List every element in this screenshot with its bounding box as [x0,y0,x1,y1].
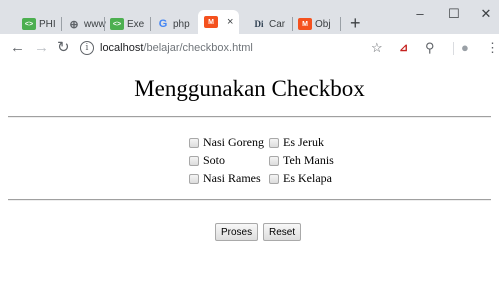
tab-www[interactable]: ⊕ www [67,14,106,34]
tab-separator [340,17,341,31]
proses-button[interactable]: Proses [215,223,259,241]
checkbox-input[interactable] [189,155,199,166]
code-academy-icon: <> [22,18,36,30]
forward-arrow-icon[interactable]: → [34,39,49,57]
checkbox-input[interactable] [189,137,199,148]
tab-separator [61,17,62,31]
tab-label: www [84,18,106,30]
checkbox-input[interactable] [269,173,279,184]
reset-button[interactable]: Reset [263,223,302,241]
malasngoding-icon: M [298,18,312,30]
url-path: /belajar/checkbox.html [143,42,253,54]
close-window-button[interactable]: ✕ [476,6,496,22]
checkbox-label: Nasi Rames [203,171,261,185]
url-host: localhost [100,42,144,54]
tab-active[interactable]: M × [198,10,240,34]
checkbox-es-kelapa[interactable]: Es Kelapa [269,171,332,186]
bottom-divider [8,199,491,201]
toolbar-separator [453,42,454,55]
tab-label: php [173,18,190,30]
profile-avatar-icon[interactable]: ● [461,41,469,55]
tab-separator [150,17,151,31]
tab-car[interactable]: Di Car [252,14,286,34]
malasngoding-icon: M [204,16,218,28]
pdf-extension-icon[interactable]: ⊿ [399,41,408,55]
bookmark-star-icon[interactable]: ☆ [371,41,383,55]
maximize-button[interactable]: ☐ [444,6,464,22]
tab-obj[interactable]: M Obj [298,14,331,34]
minimize-button[interactable]: – [410,6,430,21]
tab-separator [292,17,293,31]
code-academy-icon: <> [110,18,124,30]
checkbox-soto[interactable]: Soto [189,153,225,168]
checkbox-label: Nasi Goreng [203,135,264,149]
info-icon[interactable]: i [80,41,94,55]
checkbox-input[interactable] [269,137,279,148]
page-content: Menggunakan Checkbox Nasi Goreng Soto Na… [0,62,499,290]
tab-separator [104,17,105,31]
close-tab-icon[interactable]: × [227,16,233,28]
dicoding-icon: Di [254,19,264,29]
globe-icon: ⊕ [69,18,79,31]
tab-label: Exe [127,18,145,30]
tab-label: Car [269,18,286,30]
browser-chrome: <> PHI ⊕ www <> Exe G php M × Di Car M O… [0,0,499,63]
checkbox-es-jeruk[interactable]: Es Jeruk [269,135,324,150]
url-text: localhost/belajar/checkbox.html [100,42,253,54]
reload-icon[interactable]: ↻ [57,39,70,57]
tab-strip: <> PHI ⊕ www <> Exe G php M × Di Car M O… [0,0,499,34]
checkbox-nasi-rames[interactable]: Nasi Rames [189,171,261,186]
tab-phi[interactable]: <> PHI [22,14,56,34]
checkbox-input[interactable] [189,173,199,184]
checkbox-label: Es Kelapa [283,171,332,185]
browser-toolbar: ← → ↻ i localhost/belajar/checkbox.html … [0,34,499,63]
tab-php[interactable]: G php [156,14,190,34]
address-bar[interactable]: i localhost/belajar/checkbox.html [80,37,400,59]
tab-label: Obj [315,18,331,30]
tab-label: PHI [39,18,56,30]
top-divider [8,116,491,118]
checkbox-label: Soto [203,153,226,167]
checkbox-label: Teh Manis [283,153,334,167]
checkbox-label: Es Jeruk [283,135,324,149]
menu-kebab-icon[interactable]: ⋮ [486,41,499,55]
checkbox-teh-manis[interactable]: Teh Manis [269,153,334,168]
google-icon: G [158,18,168,30]
checkbox-input[interactable] [269,155,279,166]
back-arrow-icon[interactable]: ← [10,39,25,57]
checkbox-nasi-goreng[interactable]: Nasi Goreng [189,135,264,150]
page-title: Menggunakan Checkbox [134,76,365,101]
new-tab-button[interactable]: + [350,14,361,32]
tab-exe[interactable]: <> Exe [110,14,144,34]
search-extension-icon[interactable]: ⚲ [425,41,435,55]
